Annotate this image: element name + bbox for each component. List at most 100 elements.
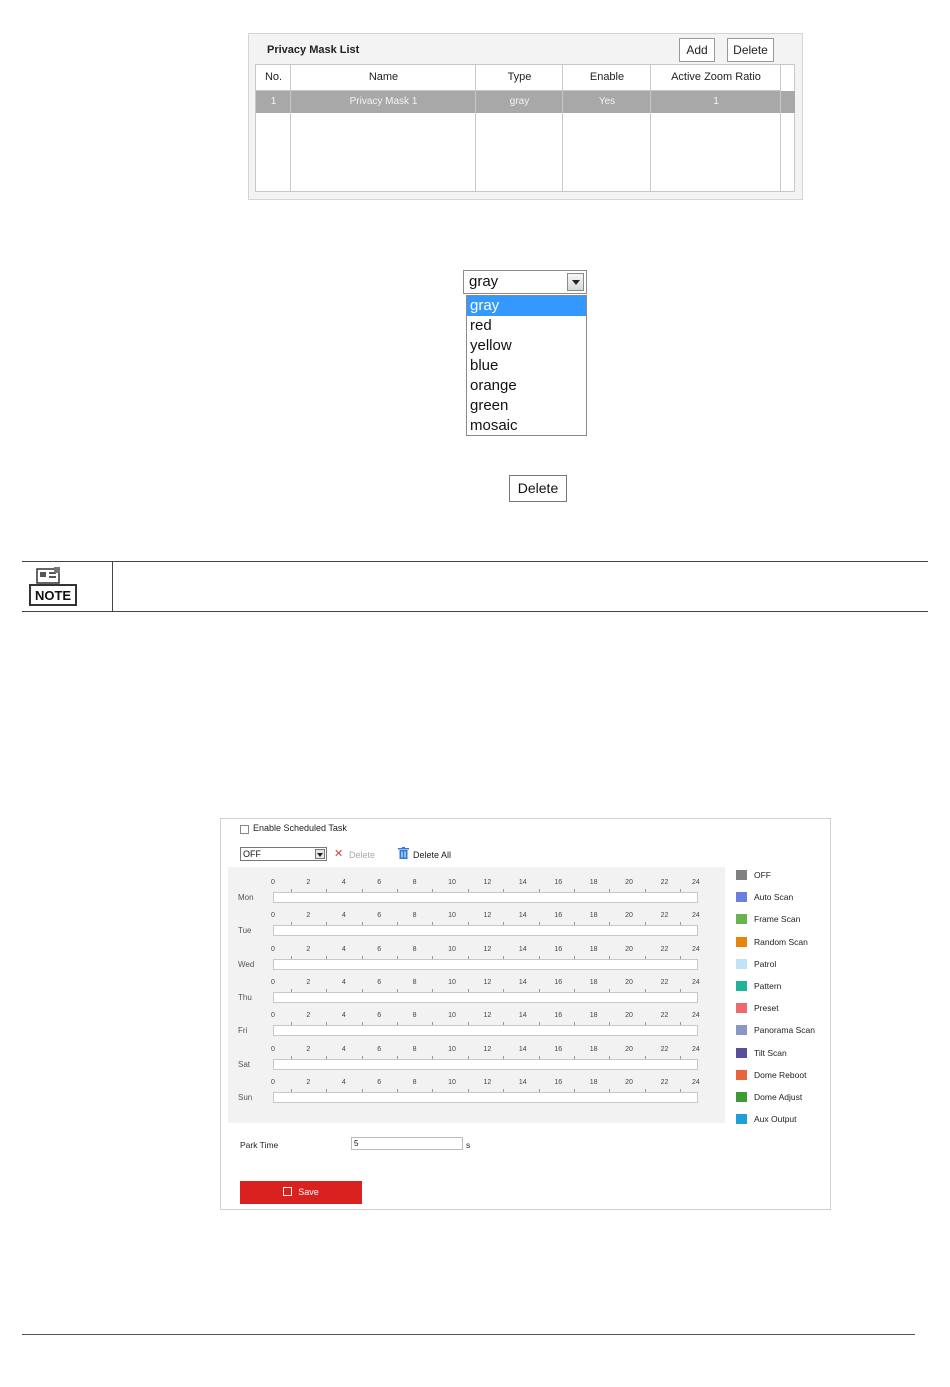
hour-tick-label: 24 — [692, 912, 700, 920]
enable-scheduled-task-label: Enable Scheduled Task — [253, 823, 347, 833]
hour-tick-label: 18 — [589, 1045, 598, 1053]
note-icon: NOTE — [29, 567, 77, 606]
schedule-timeline: 0 2 4 6 8 10 12 14 16 18 20 22 24 Mon 0 2 4 6 8 10 12 14 16 18 2… — [228, 867, 725, 1123]
close-icon[interactable]: ✕ — [334, 848, 343, 860]
legend-swatch — [736, 1092, 747, 1102]
note-divider — [112, 561, 113, 612]
note-label: NOTE — [35, 588, 71, 603]
hour-tick-label: 8 — [412, 879, 417, 886]
hour-tick-label: 22 — [660, 1012, 669, 1020]
hour-tick-label: 6 — [377, 978, 382, 986]
hour-tick-label: 0 — [271, 1045, 275, 1053]
legend-swatch — [736, 870, 747, 880]
hour-tick-label: 14 — [518, 1012, 527, 1020]
hour-tick-label: 14 — [518, 978, 527, 986]
option-mosaic[interactable]: mosaic — [467, 416, 586, 436]
hour-tick-label: 8 — [412, 945, 417, 953]
chevron-down-icon[interactable] — [315, 849, 325, 859]
legend-label: Auto Scan — [754, 892, 794, 903]
legend-label: OFF — [754, 870, 771, 880]
option-blue[interactable]: blue — [467, 356, 586, 376]
header-enable: Enable — [589, 71, 625, 83]
save-button[interactable]: Save — [240, 1181, 362, 1204]
hour-tick-label: 18 — [589, 978, 598, 986]
hour-tick-label: 16 — [554, 1012, 563, 1020]
note-bottom-rule — [22, 611, 928, 612]
delete-task-button[interactable]: Delete — [349, 850, 375, 860]
hour-tick-label: 24 — [692, 1012, 700, 1020]
header-no: No. — [264, 71, 283, 83]
add-button[interactable]: Add — [679, 38, 715, 62]
enable-scheduled-task-checkbox[interactable] — [240, 825, 249, 834]
day-label-mon: Mon — [238, 893, 254, 902]
delete-mask-button[interactable]: Delete — [509, 475, 567, 502]
legend-label: Tilt Scan — [754, 1047, 787, 1058]
hour-tick-label: 6 — [377, 879, 382, 886]
day-timeline-sun[interactable] — [273, 1091, 698, 1103]
scheduled-task-panel: Enable Scheduled Task OFF ✕ Delete Delet… — [220, 818, 831, 1210]
privacy-mask-list-title: Privacy Mask List — [267, 44, 360, 56]
hour-tick-label: 6 — [377, 1045, 382, 1053]
hour-tick-label: 4 — [341, 912, 346, 920]
footer-rule — [22, 1334, 915, 1335]
trash-icon[interactable] — [398, 847, 409, 859]
hour-tick-label: 18 — [589, 879, 598, 886]
task-type-select[interactable]: OFF — [240, 847, 327, 861]
option-green[interactable]: green — [467, 396, 586, 416]
save-icon — [283, 1187, 293, 1197]
save-label: Save — [298, 1187, 319, 1197]
day-timeline-fri[interactable] — [273, 1025, 698, 1037]
option-orange[interactable]: orange — [467, 376, 586, 396]
legend-label: Frame Scan — [754, 914, 801, 925]
hour-tick-label: 6 — [377, 945, 382, 953]
hour-tick-label: 8 — [412, 1012, 417, 1020]
legend-swatch — [736, 981, 747, 991]
hour-tick-label: 16 — [554, 945, 563, 953]
hour-tick-label: 14 — [518, 1045, 527, 1053]
chevron-down-icon[interactable] — [567, 273, 584, 291]
day-timeline-tue[interactable] — [273, 925, 698, 937]
header-name: Name — [368, 71, 399, 83]
park-time-label: Park Time — [240, 1140, 279, 1150]
legend-swatch — [736, 1114, 747, 1125]
day-label-sat: Sat — [238, 1059, 251, 1069]
legend-swatch — [736, 1003, 747, 1014]
option-red[interactable]: red — [467, 316, 586, 336]
option-gray[interactable]: gray — [467, 296, 586, 316]
hour-tick-label: 10 — [448, 978, 456, 986]
hour-tick-label: 2 — [306, 1045, 311, 1053]
day-timeline-sat[interactable] — [273, 1058, 698, 1070]
hour-tick-label: 24 — [692, 1045, 700, 1053]
legend-label: Dome Adjust — [754, 1092, 803, 1102]
hour-tick-label: 22 — [660, 945, 669, 953]
park-time-input[interactable]: 5 — [351, 1137, 463, 1150]
option-yellow[interactable]: yellow — [467, 336, 586, 356]
hour-tick-label: 16 — [554, 879, 563, 886]
delete-button[interactable]: Delete — [727, 38, 774, 62]
day-label-wed: Wed — [238, 959, 255, 969]
hour-tick-label: 0 — [271, 1078, 275, 1086]
hour-tick-label: 14 — [518, 912, 527, 920]
hour-tick-label: 22 — [660, 912, 669, 920]
day-label-tue: Tue — [238, 926, 252, 936]
delete-all-button[interactable]: Delete All — [413, 850, 451, 860]
hour-tick-label: 8 — [412, 978, 417, 986]
hour-tick-label: 12 — [483, 1045, 492, 1053]
hour-tick-label: 24 — [692, 879, 700, 886]
day-timeline-thu[interactable] — [273, 991, 698, 1003]
hour-tick-label: 6 — [377, 1078, 382, 1086]
legend-swatch — [736, 1069, 747, 1080]
hour-tick-label: 14 — [518, 945, 527, 953]
hour-tick-label: 18 — [589, 945, 598, 953]
hour-tick-label: 10 — [448, 1045, 456, 1053]
hour-tick-label: 4 — [341, 1012, 346, 1020]
hour-tick-label: 4 — [341, 1078, 346, 1086]
day-timeline-mon[interactable] — [273, 892, 698, 903]
hour-tick-label: 18 — [589, 1078, 598, 1086]
day-timeline-wed[interactable] — [273, 958, 698, 970]
note-top-rule — [22, 561, 928, 562]
mask-type-select[interactable]: gray — [463, 270, 587, 294]
hour-tick-label: 16 — [554, 912, 563, 920]
hour-tick-label: 16 — [554, 1045, 563, 1053]
hour-tick-label: 4 — [341, 945, 346, 953]
